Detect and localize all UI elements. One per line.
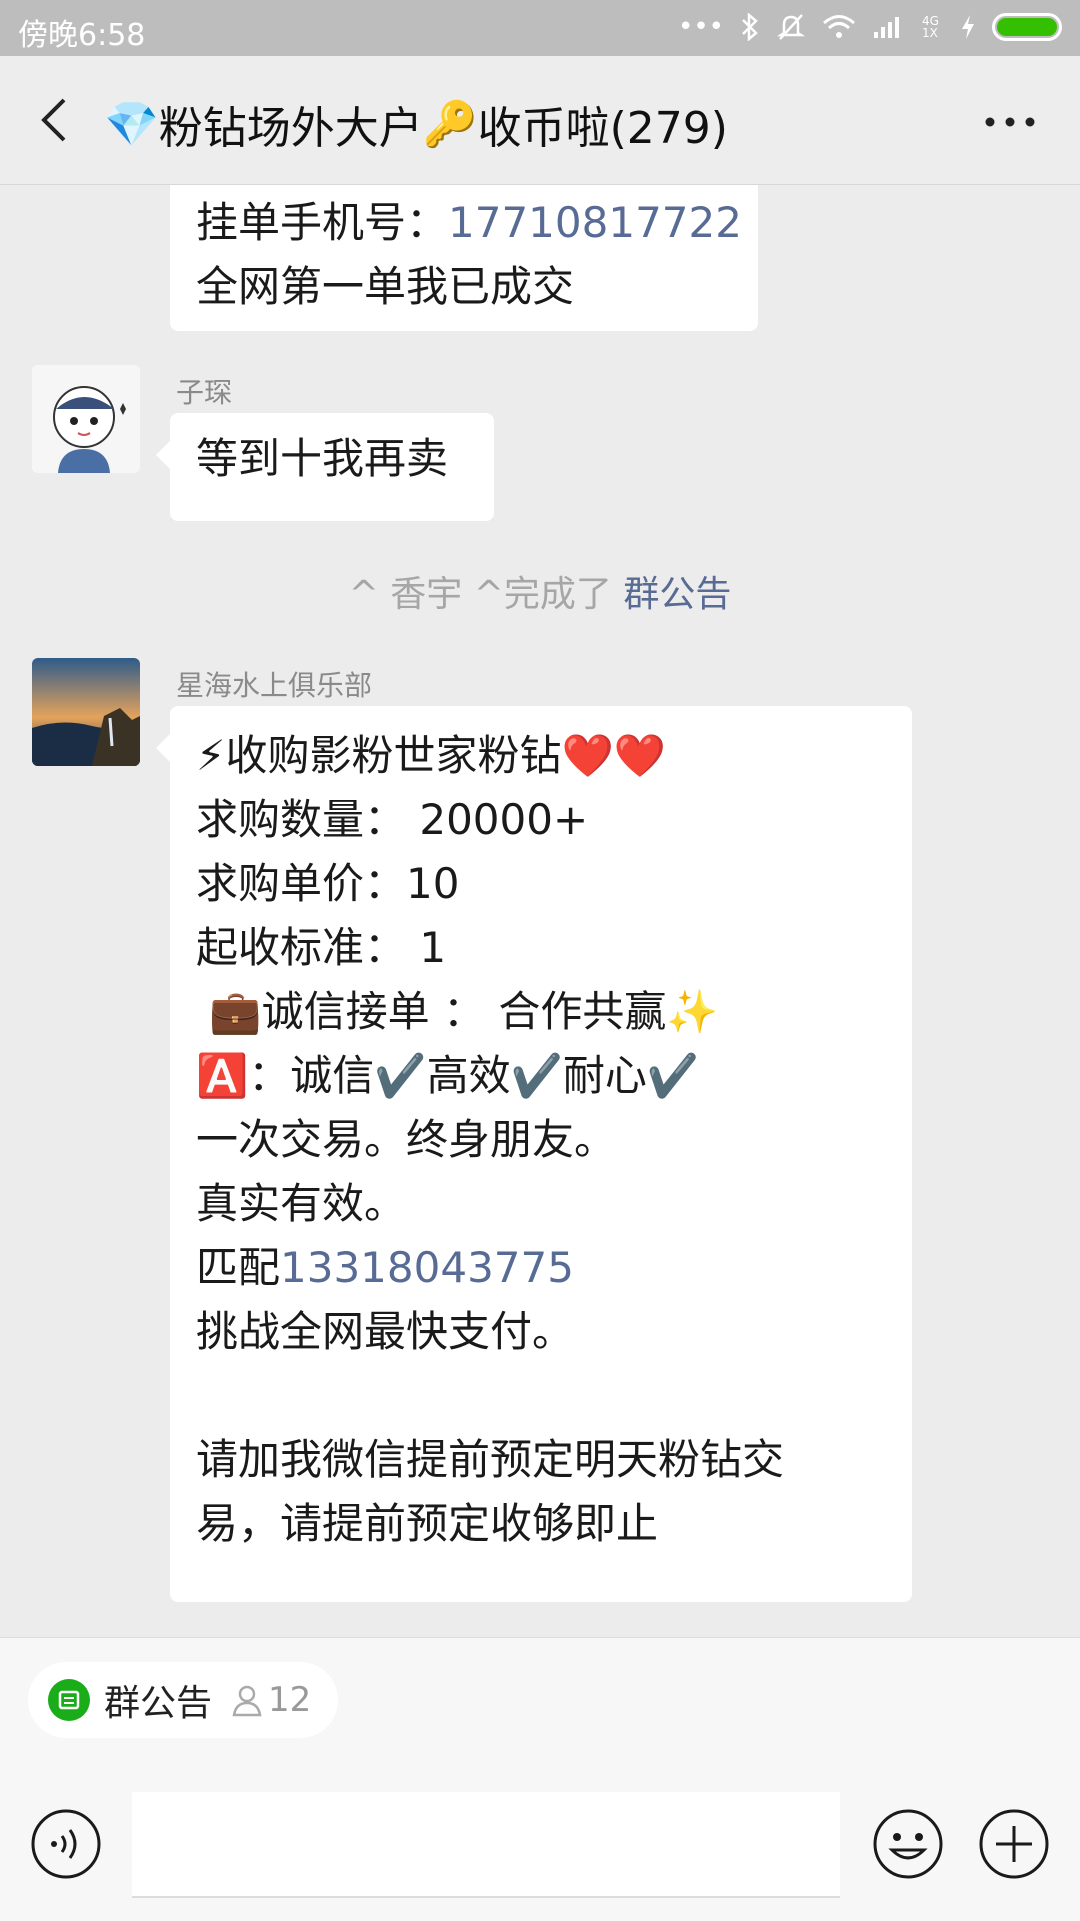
status-icons: ••• 4G 1X: [678, 12, 1062, 42]
message-line: 匹配13318043775: [196, 1243, 574, 1292]
signal-icon: [874, 17, 899, 38]
emoji-icon[interactable]: [872, 1808, 944, 1880]
notice-read-count: 12: [230, 1680, 311, 1720]
message-line: 求购单价：10: [196, 859, 460, 908]
more-icon[interactable]: [980, 102, 1040, 142]
message-bubble[interactable]: 挂单手机号：17710817722 全网第一单我已成交: [170, 185, 758, 331]
phone-link[interactable]: 17710817722: [448, 198, 742, 247]
charging-icon: [962, 15, 974, 39]
message-line: 挂单手机号：17710817722: [196, 198, 742, 247]
chat-title: 💎 粉钻场外大户 🔑 收币啦(279): [104, 92, 728, 156]
group-notice-pill[interactable]: 群公告 12: [28, 1662, 338, 1738]
cartoon-avatar-icon: [32, 365, 140, 473]
message-text: 等到十我再卖: [196, 434, 449, 483]
bluetooth-icon: [742, 13, 758, 41]
phone-link[interactable]: 13318043775: [280, 1243, 574, 1292]
message-line: [196, 1364, 886, 1428]
status-time: 傍晚6:58: [18, 18, 146, 53]
add-icon[interactable]: [978, 1808, 1050, 1880]
message-line: ⚡收购影粉世家粉钻❤️❤️: [196, 731, 667, 780]
message-line: 易，请提前预定收够即止: [196, 1499, 659, 1548]
message-bubble[interactable]: ⚡收购影粉世家粉钻❤️❤️ 求购数量： 20000+ 求购单价：10 起收标准：…: [156, 706, 912, 1602]
key-icon: 🔑: [422, 99, 478, 150]
message-input[interactable]: [132, 1792, 840, 1898]
network-type: 4G 1X: [922, 14, 939, 40]
system-notice-text: ^ 香宇 ^完成了: [348, 574, 612, 615]
system-notice: ^ 香宇 ^完成了 群公告: [0, 565, 1080, 617]
mute-icon: [776, 14, 806, 40]
message-line: 🅰️：诚信✔️高效✔️耐心✔️: [196, 1051, 700, 1100]
chat-area: 挂单手机号：17710817722 全网第一单我已成交 子琛 等到十我再卖 ^ …: [0, 185, 1080, 1637]
group-notice-link[interactable]: 群公告: [623, 574, 731, 615]
message-line: 挑战全网最快支付。: [196, 1307, 575, 1356]
message-line: 起收标准： 1: [196, 923, 447, 972]
message-line: 求购数量： 20000+: [196, 795, 589, 844]
message-line: 全网第一单我已成交: [196, 262, 575, 311]
message-line: 真实有效。: [196, 1179, 407, 1228]
chat-title-suffix: 收币啦(279): [477, 103, 728, 154]
battery-icon: [992, 13, 1062, 41]
avatar[interactable]: [32, 658, 140, 766]
landscape-avatar-icon: [32, 658, 140, 766]
sender-name: 星海水上俱乐部: [176, 669, 373, 702]
avatar[interactable]: [32, 365, 140, 473]
voice-icon[interactable]: [30, 1808, 102, 1880]
chat-header: 💎 粉钻场外大户 🔑 收币啦(279): [0, 56, 1080, 185]
message-bubble[interactable]: 等到十我再卖: [156, 413, 494, 521]
bottom-bar: 群公告 12: [0, 1637, 1080, 1921]
wifi-icon: [823, 15, 855, 38]
dots-icon: •••: [677, 12, 724, 42]
message-line: 💼诚信接单 ： 合作共赢✨: [196, 987, 719, 1036]
person-icon: [232, 1685, 262, 1717]
notice-icon: [48, 1679, 90, 1721]
message-line: 请加我微信提前预定明天粉钻交: [196, 1435, 785, 1484]
diamond-icon: 💎: [104, 99, 159, 150]
back-icon[interactable]: [30, 92, 86, 148]
chat-title-text: 粉钻场外大户: [158, 103, 423, 154]
sender-name: 子琛: [176, 376, 233, 409]
message-line: 一次交易。终身朋友。: [196, 1115, 617, 1164]
status-bar: 傍晚6:58 ••• 4G 1X: [0, 0, 1080, 56]
group-notice-label: 群公告: [104, 1683, 213, 1724]
